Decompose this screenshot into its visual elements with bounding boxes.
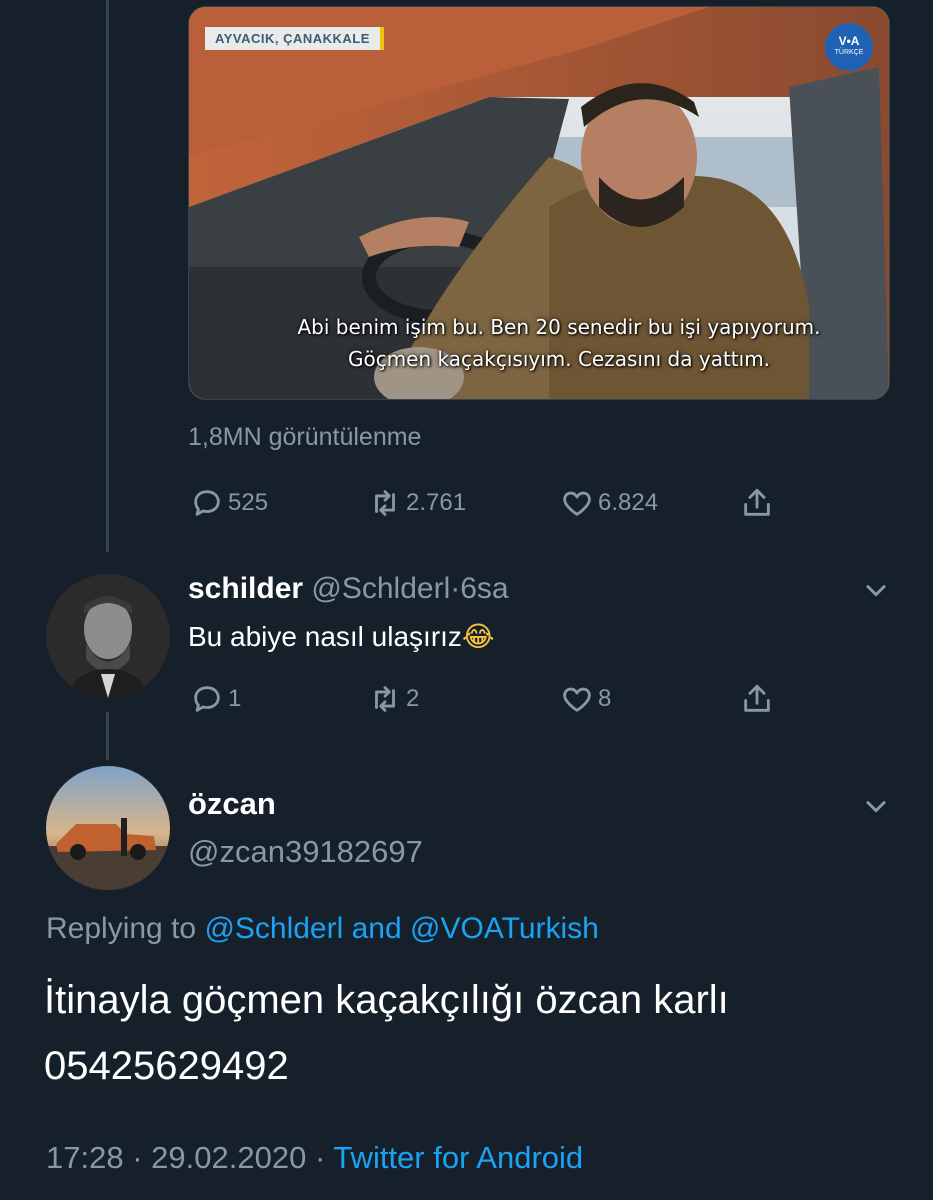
reply-button[interactable]: 525 [190, 486, 268, 520]
retweet-button[interactable]: 2 [368, 682, 419, 716]
avatar-image [46, 766, 170, 890]
retweet-icon [375, 686, 395, 712]
share-button[interactable] [740, 682, 774, 716]
tweet-time[interactable]: 17:28 [46, 1140, 124, 1175]
separator-dot: · [450, 572, 461, 605]
tweet-time[interactable]: 6sa [460, 572, 508, 605]
tweet-menu-button[interactable] [862, 792, 890, 820]
like-icon [563, 491, 591, 516]
avatar-image [46, 574, 170, 698]
tweet-menu-button[interactable] [862, 576, 890, 604]
retweet-button[interactable]: 2.761 [368, 486, 466, 520]
video-frame-image [189, 7, 889, 399]
view-count: 1,8MN görüntülenme [188, 423, 422, 451]
reply1-header: schilder @Schlderl·6sa [188, 572, 509, 606]
emoji-joy: 😂 [461, 620, 495, 653]
video-player[interactable]: AYVACIK, ÇANAKKALE V•A TÜRKÇE Abi benim … [188, 6, 890, 400]
reply-icon [194, 686, 220, 712]
mention-link[interactable]: @Schlderl [204, 912, 343, 945]
reply-button[interactable]: 1 [190, 682, 241, 716]
thread-line-middle [106, 712, 109, 760]
voa-logo: V•A TÜRKÇE [825, 23, 873, 71]
tweet-text-line-1: İtinayla göçmen kaçakçılığı özcan karlı [44, 978, 729, 1022]
like-button[interactable]: 8 [560, 682, 611, 716]
tweet-date[interactable]: 29.02.2020 [151, 1140, 306, 1175]
chevron-down-icon [866, 801, 886, 813]
mention-link[interactable]: @VOATurkish [410, 912, 599, 945]
username[interactable]: @Schlderl [311, 572, 450, 605]
share-icon [744, 488, 770, 516]
share-button[interactable] [740, 486, 774, 520]
display-name[interactable]: schilder [188, 572, 303, 605]
location-tag: AYVACIK, ÇANAKKALE [205, 27, 384, 50]
display-name[interactable]: özcan [188, 786, 276, 822]
tweet-text-line-2: 05425629492 [44, 1044, 289, 1088]
username[interactable]: @zcan39182697 [188, 834, 423, 870]
reply-icon [194, 490, 220, 516]
source-link[interactable]: Twitter for Android [333, 1140, 583, 1175]
retweet-icon [375, 490, 395, 516]
share-icon [744, 684, 770, 712]
replying-to: Replying to @Schlderl and @VOATurkish [46, 912, 599, 945]
chevron-down-icon [866, 585, 886, 597]
thread-line-top [106, 0, 109, 552]
subtitle-line-2: Göçmen kaçakçısıyım. Cezasını da yattım. [347, 347, 771, 371]
subtitle-line-1: Abi benim işim bu. Ben 20 senedir bu işi… [297, 315, 821, 339]
like-button[interactable]: 6.824 [560, 486, 658, 520]
like-icon [563, 687, 591, 712]
avatar[interactable] [46, 574, 170, 698]
avatar[interactable] [46, 766, 170, 890]
tweet-text: Bu abiye nasıl ulaşırız😂 [188, 620, 495, 653]
tweet-meta: 17:28 · 29.02.2020 · Twitter for Android [46, 1140, 584, 1175]
